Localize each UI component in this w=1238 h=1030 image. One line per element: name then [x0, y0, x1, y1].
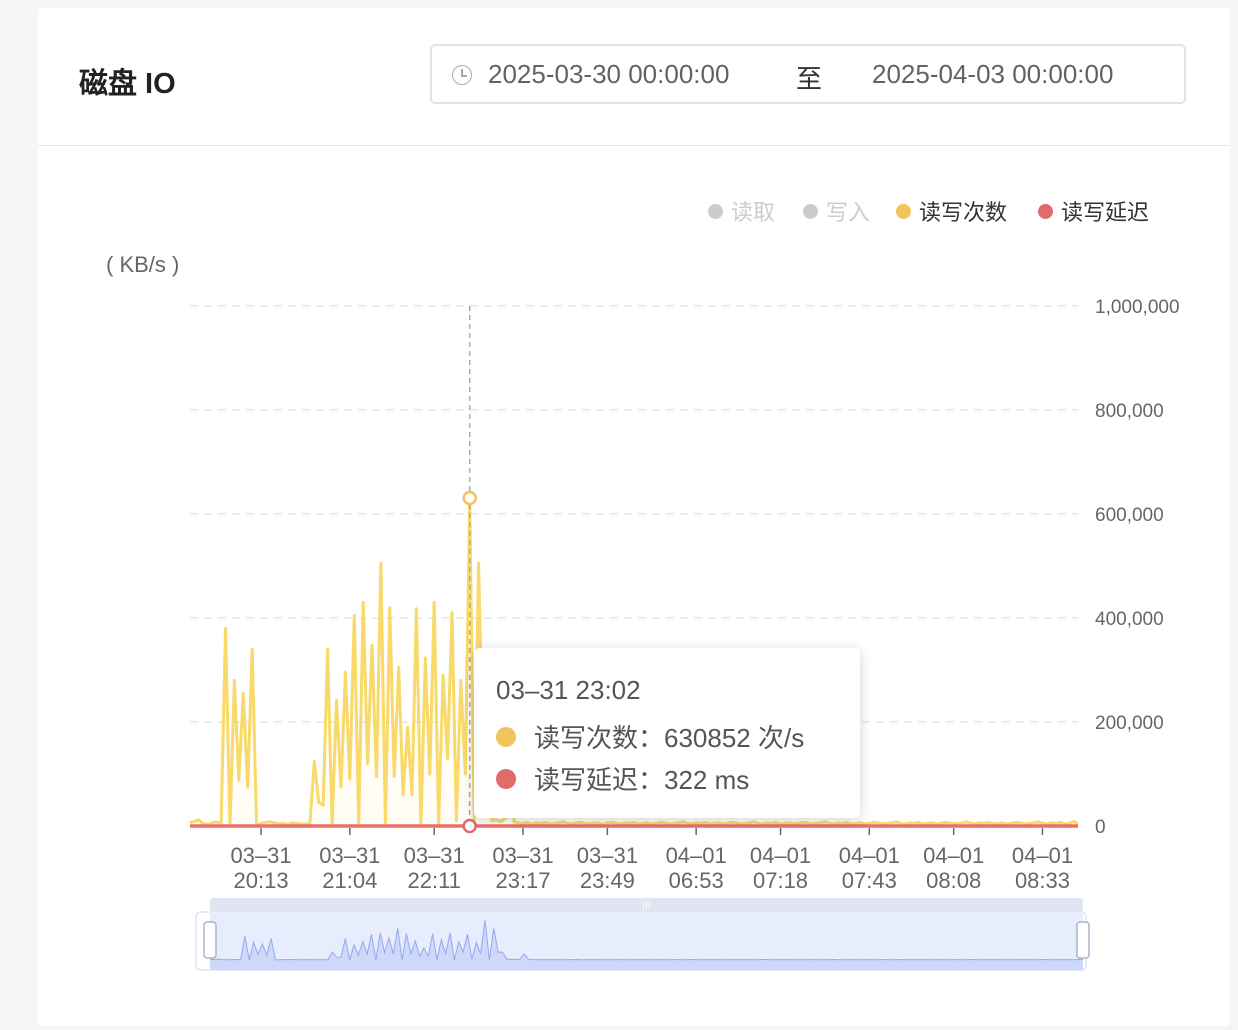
x-tick-label: 23:49 — [580, 868, 635, 893]
x-tick-label: 03–31 — [319, 843, 380, 868]
x-tick-label: 04–01 — [1012, 843, 1073, 868]
x-tick-label: 08:33 — [1015, 868, 1070, 893]
highlight-point-latency — [462, 818, 477, 834]
x-tick-label: 21:04 — [322, 868, 377, 893]
y-tick-label: 1,000,000 — [1095, 297, 1180, 318]
x-tick-label: 03–31 — [577, 843, 638, 868]
chart-tooltip: 03–31 23:02 读写次数：630852 次/s 读写延迟：322 ms — [474, 648, 860, 818]
tooltip-row-iops: 读写次数：630852 次/s — [496, 718, 804, 755]
x-tick-label: 06:53 — [669, 868, 724, 893]
x-tick-label: 20:13 — [234, 868, 289, 893]
datazoom-left-handle[interactable] — [203, 921, 217, 959]
y-tick-label: 0 — [1095, 817, 1106, 838]
y-tick-label: 800,000 — [1095, 401, 1164, 422]
x-tick-label: 04–01 — [923, 843, 984, 868]
x-tick-label: 04–01 — [666, 843, 727, 868]
highlight-point-iops — [462, 490, 477, 506]
x-tick-label: 03–31 — [404, 843, 465, 868]
tooltip-time: 03–31 23:02 — [496, 675, 641, 705]
datazoom-grip-icon: III — [642, 901, 650, 912]
y-tick-label: 200,000 — [1095, 713, 1164, 734]
series-dot-icon — [496, 726, 516, 747]
y-tick-label: 600,000 — [1095, 505, 1164, 526]
x-tick-label: 07:43 — [842, 868, 897, 893]
datazoom-right-handle[interactable] — [1076, 921, 1090, 959]
disk-io-chart[interactable]: 0 200,000 400,000 600,000 800,000 1,000,000 03… — [0, 0, 1238, 1030]
x-tick-label: 22:11 — [407, 868, 460, 893]
tooltip-row-latency: 读写延迟：322 ms — [496, 760, 749, 797]
series-dot-icon — [496, 768, 516, 789]
x-tick-label: 03–31 — [492, 843, 553, 868]
x-tick-label: 04–01 — [750, 843, 811, 868]
x-tick-label: 04–01 — [839, 843, 900, 868]
x-tick-label: 08:08 — [926, 868, 981, 893]
x-tick-label: 07:18 — [753, 868, 808, 893]
x-tick-label: 23:17 — [495, 868, 550, 893]
y-tick-label: 400,000 — [1095, 609, 1164, 630]
x-tick-label: 03–31 — [230, 843, 291, 868]
